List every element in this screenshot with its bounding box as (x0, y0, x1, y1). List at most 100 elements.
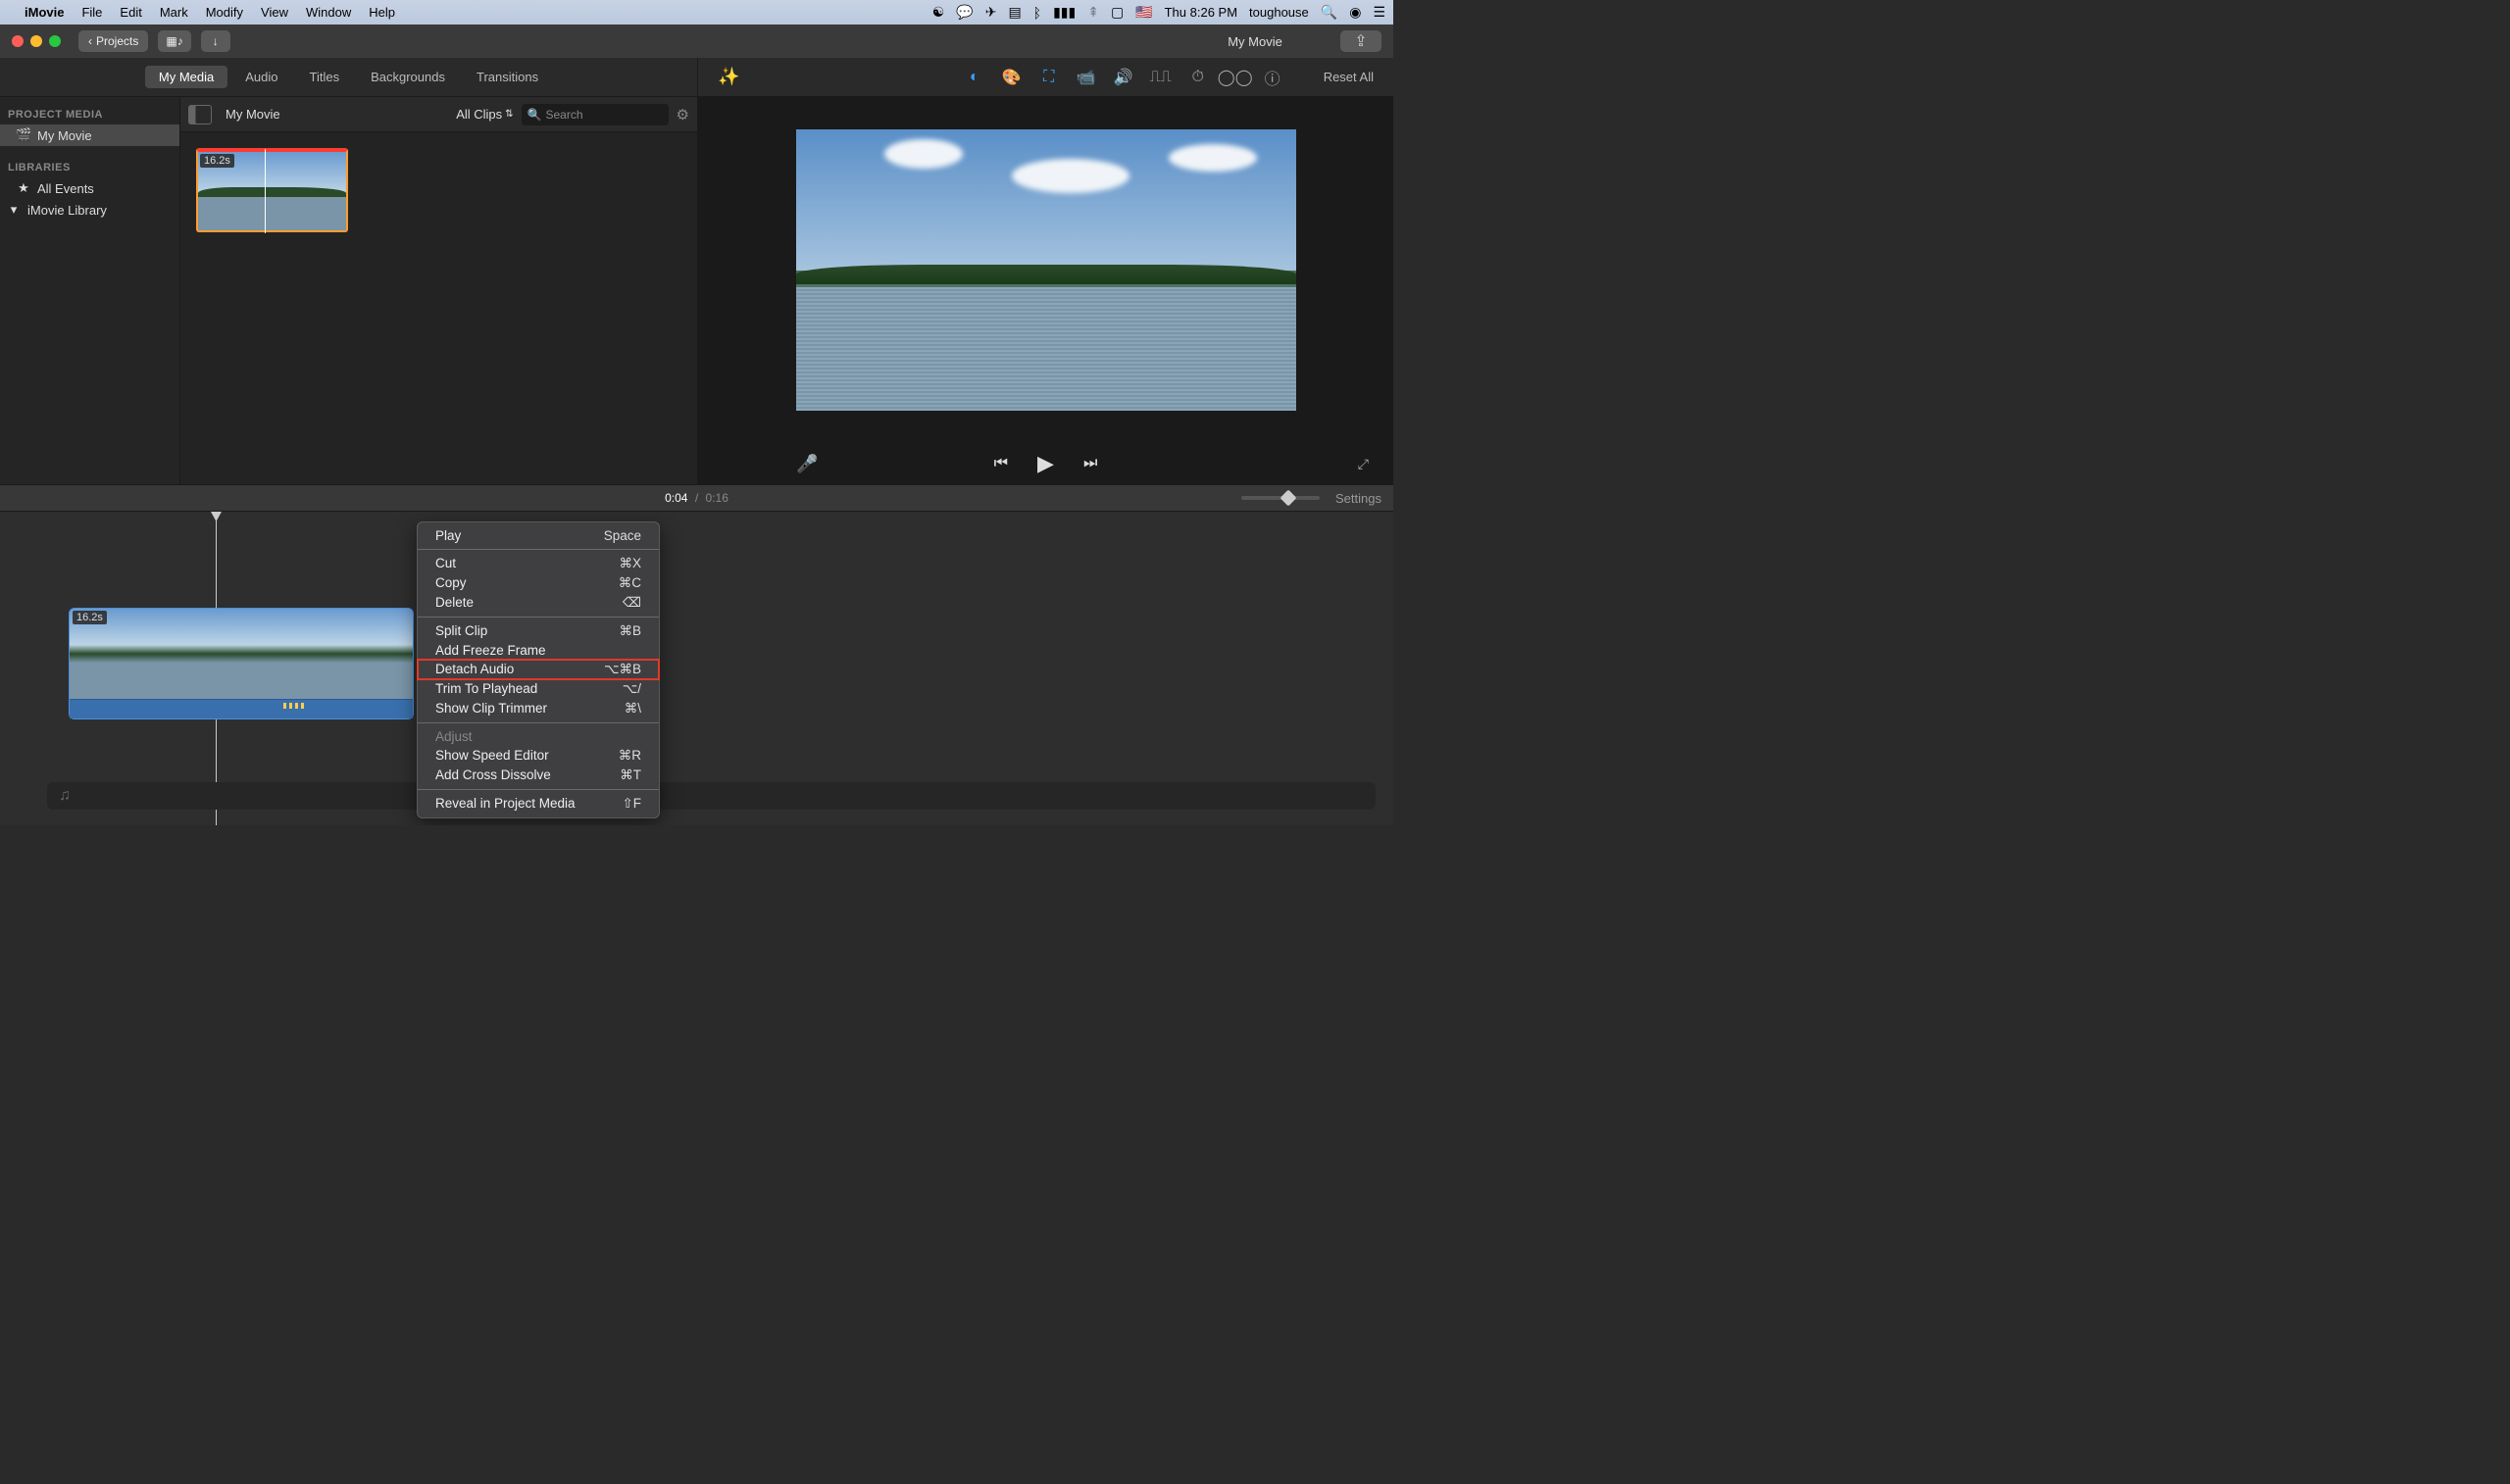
menu-file[interactable]: File (73, 5, 111, 20)
gear-icon[interactable]: ⚙ (677, 106, 689, 124)
display-icon[interactable]: ▤ (1008, 4, 1021, 21)
context-menu-delete[interactable]: Delete ⌫ (418, 593, 659, 613)
cm-label: Add Freeze Frame (435, 643, 546, 658)
cm-shortcut: ⇧F (622, 796, 641, 812)
timeline-clip[interactable]: 16.2s (69, 608, 414, 719)
clip-filter-icon[interactable]: ◯◯ (1226, 68, 1245, 87)
wifi-icon[interactable]: ⇞ (1087, 4, 1099, 21)
sidebar-item-imovie-library[interactable]: ▾ iMovie Library (0, 199, 179, 221)
menu-window[interactable]: Window (297, 5, 360, 20)
bluetooth-icon[interactable]: ᛒ (1033, 5, 1041, 21)
timeline-settings-button[interactable]: Settings (1335, 491, 1381, 506)
color-balance-icon[interactable]: ◐ (965, 68, 984, 87)
user-name[interactable]: toughouse (1249, 5, 1309, 20)
location-icon[interactable]: ✈ (985, 4, 997, 21)
context-menu-separator (418, 789, 659, 790)
close-window-button[interactable] (12, 35, 24, 47)
context-menu-play[interactable]: Play Space (418, 526, 659, 545)
viewer-canvas[interactable] (796, 129, 1296, 411)
browser-toolbar: My Movie All Clips ⇅ 🔍 Search ⚙ (180, 97, 697, 132)
skip-forward-button[interactable]: ⏭ (1083, 455, 1097, 472)
context-menu-copy[interactable]: Copy ⌘C (418, 573, 659, 593)
share-icon: ⇪ (1354, 31, 1367, 51)
chat-icon[interactable]: 💬 (956, 4, 973, 21)
sidebar-item-all-events[interactable]: ★ All Events (0, 177, 179, 199)
clips-filter-dropdown[interactable]: All Clips ⇅ (456, 107, 513, 122)
skip-back-button[interactable]: ⏮ (994, 455, 1008, 472)
fullscreen-icon[interactable]: ⤢ (1358, 456, 1369, 472)
menu-modify[interactable]: Modify (197, 5, 252, 20)
info-icon[interactable]: ⓘ (1263, 68, 1282, 87)
color-correction-icon[interactable]: 🎨 (1002, 68, 1022, 87)
library-view-button[interactable]: ▦♪ (158, 30, 190, 52)
tab-backgrounds[interactable]: Backgrounds (357, 66, 459, 88)
microphone-icon[interactable]: 🎤 (796, 454, 818, 474)
cm-label: Copy (435, 575, 467, 591)
magic-wand-icon[interactable]: ✨ (718, 67, 739, 87)
play-button[interactable]: ▶ (1037, 451, 1054, 476)
flag-icon[interactable]: 🇺🇸 (1135, 4, 1152, 21)
context-menu-cut[interactable]: Cut ⌘X (418, 554, 659, 573)
libraries-header: LIBRARIES (0, 158, 179, 177)
app-menu[interactable]: iMovie (16, 5, 73, 20)
context-menu: Play Space Cut ⌘X Copy ⌘C Delete ⌫ Split… (417, 521, 660, 818)
media-browser: My Movie All Clips ⇅ 🔍 Search ⚙ 16.2s (180, 97, 698, 484)
sidebar-item-label: My Movie (37, 128, 92, 143)
zoom-slider-knob[interactable] (1280, 490, 1297, 507)
maximize-window-button[interactable] (49, 35, 61, 47)
zoom-slider[interactable] (1241, 496, 1320, 500)
context-menu-trim-to-playhead[interactable]: Trim To Playhead ⌥/ (418, 679, 659, 699)
volume-icon[interactable]: 🔊 (1114, 68, 1133, 87)
menu-mark[interactable]: Mark (151, 5, 197, 20)
context-menu-add-cross-dissolve[interactable]: Add Cross Dissolve ⌘T (418, 766, 659, 785)
cm-shortcut: ⌘B (619, 623, 641, 639)
cm-shortcut: ⌘C (619, 575, 641, 591)
browser-content[interactable]: 16.2s (180, 132, 697, 484)
import-button[interactable]: ↓ (201, 30, 230, 52)
disclosure-triangle-icon[interactable]: ▾ (6, 202, 22, 218)
timeline-clip-audio-waveform[interactable] (70, 699, 413, 718)
context-menu-reveal-in-project-media[interactable]: Reveal in Project Media ⇧F (418, 794, 659, 814)
search-placeholder: Search (546, 108, 583, 122)
speed-icon[interactable]: ⏱ (1188, 68, 1208, 87)
minimize-window-button[interactable] (30, 35, 42, 47)
project-media-header: PROJECT MEDIA (0, 105, 179, 124)
music-well[interactable]: ♫ (47, 782, 1376, 810)
timeline[interactable]: 16.2s ♫ Play Space Cut ⌘X Copy ⌘C Delete… (0, 512, 1393, 825)
cm-shortcut: Space (604, 528, 641, 543)
battery-icon[interactable]: ▮▮▮ (1053, 4, 1076, 21)
reset-all-button[interactable]: Reset All (1324, 70, 1374, 84)
menu-view[interactable]: View (252, 5, 297, 20)
context-menu-add-freeze-frame[interactable]: Add Freeze Frame (418, 641, 659, 660)
spotlight-icon[interactable]: 🔍 (1321, 4, 1337, 21)
tab-my-media[interactable]: My Media (145, 66, 227, 88)
timecode-current: 0:04 (665, 491, 687, 505)
crop-icon[interactable]: ⛶ (1039, 68, 1059, 87)
timeline-header: 0:04 / 0:16 Settings (0, 484, 1393, 512)
menu-help[interactable]: Help (360, 5, 404, 20)
back-to-projects-button[interactable]: ‹ Projects (78, 30, 148, 52)
notification-center-icon[interactable]: ☰ (1373, 4, 1385, 21)
share-button[interactable]: ⇪ (1340, 30, 1381, 52)
tab-transitions[interactable]: Transitions (463, 66, 552, 88)
media-clip-thumbnail[interactable]: 16.2s (196, 148, 348, 232)
siri-icon[interactable]: ◉ (1349, 4, 1361, 21)
clip-skimmer[interactable] (265, 149, 266, 233)
context-menu-detach-audio[interactable]: Detach Audio ⌥⌘B (418, 660, 659, 679)
clock[interactable]: Thu 8:26 PM (1165, 5, 1237, 20)
noise-reduction-icon[interactable]: ⎍⎍ (1151, 68, 1171, 87)
tab-audio[interactable]: Audio (231, 66, 291, 88)
wechat-icon[interactable]: ☯ (932, 4, 945, 21)
sidebar-toggle-icon[interactable] (188, 105, 212, 124)
tab-titles[interactable]: Titles (296, 66, 354, 88)
stabilization-icon[interactable]: 📹 (1077, 68, 1096, 87)
sidebar-item-my-movie[interactable]: 🎬 My Movie (0, 124, 179, 146)
battery2-icon[interactable]: ▢ (1111, 4, 1124, 21)
menu-edit[interactable]: Edit (111, 5, 150, 20)
search-input[interactable]: 🔍 Search (522, 104, 669, 125)
context-menu-split-clip[interactable]: Split Clip ⌘B (418, 621, 659, 641)
cm-label: Detach Audio (435, 662, 514, 677)
context-menu-show-clip-trimmer[interactable]: Show Clip Trimmer ⌘\ (418, 699, 659, 718)
context-menu-show-speed-editor[interactable]: Show Speed Editor ⌘R (418, 746, 659, 766)
cm-shortcut: ⌘\ (625, 701, 641, 717)
